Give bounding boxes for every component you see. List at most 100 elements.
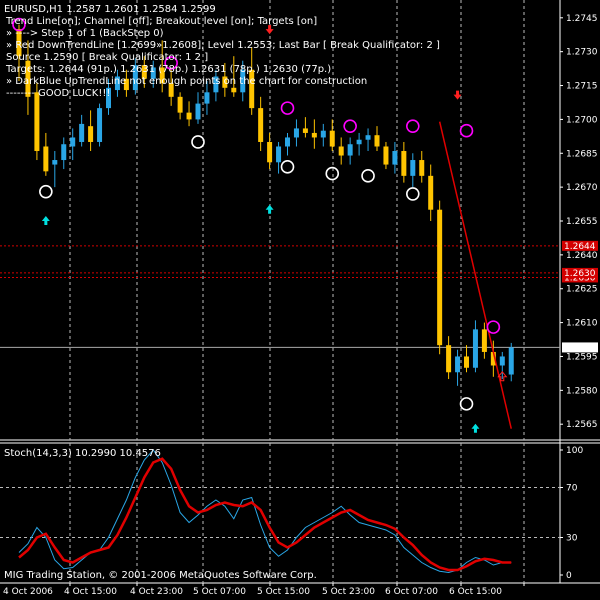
stoch-tick-label: 100 [566,446,583,456]
price-tick-label: 1.2685 [566,149,598,159]
candle-body [204,92,210,104]
candle-body [508,347,514,375]
candle-body [276,146,282,163]
candle-body [293,128,299,138]
up-arrow-icon [41,216,50,225]
low-point-marker [280,160,295,174]
info-line: » ----> Step 1 of 1 (BackStep 0) [6,28,164,39]
high-point-marker [405,119,420,133]
level-badge-label: 1.2630 [564,269,596,279]
candle-body [267,141,273,163]
candle-body [374,135,380,147]
high-point-marker [459,123,474,138]
price-tick-label: 1.2700 [566,115,598,125]
trendline-layer [438,121,512,429]
price-tick-label: 1.2745 [566,14,598,24]
status-line: Trend Line[on]; Channel [off]; Breakout … [5,16,317,27]
stoch-tick-label: 0 [566,571,572,581]
stoch-main-line [18,449,512,574]
info-line: Source 1.2590 [ Break Qualificator: 1 2 … [6,52,208,63]
high-point-marker [280,101,295,115]
low-point-marker [405,187,420,201]
candle-body [88,126,94,142]
candle-body [365,135,371,140]
candle-body [455,356,461,373]
candle-body [43,146,49,172]
high-point-marker [343,119,357,133]
low-point-marker [39,184,53,199]
price-tick-label: 1.2610 [566,319,598,329]
price-tick-label: 1.2580 [566,386,598,396]
candle-body [320,130,326,138]
price-tick-label: 1.2625 [566,285,598,295]
price-tick-label: 1.2670 [566,183,598,193]
time-axis: 4 Oct 2006 4 Oct 15:00 4 Oct 23:00 5 Oct 07… [3,583,525,597]
trading-chart[interactable]: EURUSD,H1 1.2587 1.2601 1.2584 1.2599 Tr… [0,0,600,600]
candle-body [258,108,264,142]
candle-body [356,139,362,145]
candle-body [302,128,308,133]
symbol-line: EURUSD,H1 1.2587 1.2601 1.2584 1.2599 [4,4,216,15]
candle-body [419,160,425,176]
time-tick-label: 5 Oct 23:00 [322,587,375,597]
low-point-marker [325,166,340,181]
price-tick-label: 1.2565 [566,420,598,430]
high-point-marker [486,320,501,334]
copyright-footer: MIG Trading Station, © 2001-2006 MetaQuo… [4,570,317,581]
level-badge-label: 1.2644 [564,242,596,252]
candle-body [410,160,416,176]
candle-body [285,137,290,147]
candle-body [464,356,469,368]
price-tick-label: 1.2730 [566,48,598,58]
time-tick-label: 6 Oct 15:00 [449,587,502,597]
candle-body [311,132,317,138]
candle-body [52,160,58,165]
info-line: » Red DownTrendLine [1.2699»1.2608]; Lev… [6,40,440,51]
time-tick-label: 5 Oct 15:00 [257,587,310,597]
candle-body [97,108,103,142]
candle-body [231,87,237,93]
down-arrow-icon [453,90,462,100]
price-tick-label: 1.2655 [566,217,598,227]
current-price-label: 1.2599 [564,343,596,353]
indicator-title: Stoch(14,3,3) 10.2990 10.4576 [4,448,161,459]
time-tick-label: 5 Oct 07:00 [193,587,246,597]
candle-body [437,209,443,346]
low-point-marker [361,169,375,183]
candle-body [392,151,398,165]
stochastic-panel: 100 70 30 0 [0,446,583,581]
candle-body [177,96,183,113]
candle-body [195,103,201,120]
candle-body [499,356,505,366]
info-line: Targets: 1.2644 (91p.) 1.2631 (78p.) 1.2… [5,64,331,75]
price-axis: 1.2745 1.2730 1.2715 1.2700 1.2685 1.2670 1.26… [560,14,598,430]
time-tick-label: 4 Oct 2006 [3,587,53,597]
time-tick-label: 6 Oct 07:00 [385,587,438,597]
candle-body [481,329,487,352]
low-point-marker [459,397,474,411]
stoch-tick-label: 70 [566,484,578,494]
candle-body [329,130,335,147]
price-tick-label: 1.2640 [566,251,598,261]
time-tick-label: 4 Oct 15:00 [64,587,117,597]
candle-body [34,92,40,152]
price-tick-label: 1.2715 [566,82,598,92]
candle-body [383,146,389,165]
stoch-signal-line [18,457,512,572]
candle-body [401,151,407,176]
candle-body [61,144,67,161]
time-tick-label: 4 Oct 23:00 [130,587,183,597]
candle-body [472,329,478,368]
down-trendline [438,121,512,429]
up-arrow-icon [265,204,274,214]
candle-body [446,345,452,373]
info-line: -------- GOOD LUCK!!! [6,88,110,99]
candle-body [347,144,353,156]
candle-body [428,175,434,210]
low-point-marker [191,135,205,149]
stoch-tick-label: 30 [566,534,578,544]
up-arrow-icon [471,423,480,433]
price-tick-label: 1.2595 [566,352,598,362]
info-line: » DarkBlue UpTrendLine not enough points… [6,76,367,87]
candle-body [338,146,344,156]
